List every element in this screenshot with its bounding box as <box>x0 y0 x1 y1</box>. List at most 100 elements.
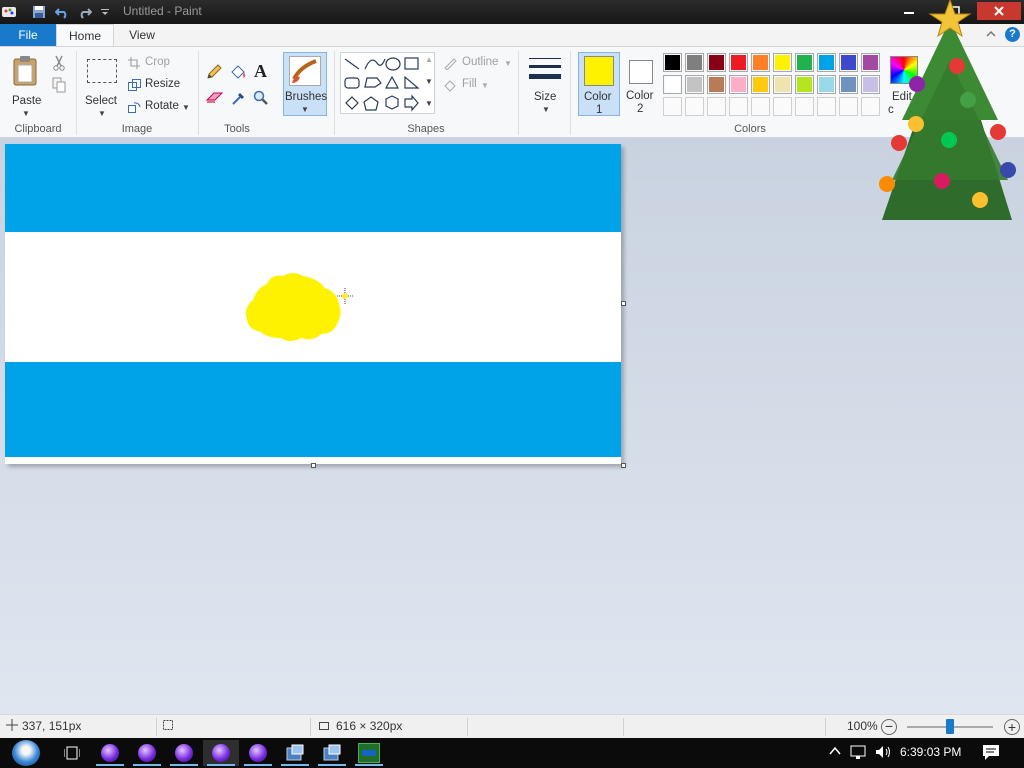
swatch-color <box>797 55 812 70</box>
palette-swatch[interactable] <box>707 75 726 94</box>
palette-swatch[interactable] <box>839 75 858 94</box>
resize-icon <box>128 79 141 91</box>
palette-swatch[interactable] <box>685 53 704 72</box>
taskbar-app-3[interactable] <box>166 740 202 766</box>
drawing-canvas[interactable] <box>5 144 621 464</box>
palette-swatch[interactable] <box>795 75 814 94</box>
palette-swatch[interactable] <box>817 75 836 94</box>
color1-button[interactable]: Color 1 <box>578 52 620 116</box>
fill-button[interactable]: Fill ▼ <box>443 77 493 95</box>
shapes-expand-icon[interactable]: ▼ <box>425 99 433 108</box>
palette-empty-swatch[interactable] <box>773 97 792 116</box>
color-palette <box>663 53 883 119</box>
zoom-slider-thumb[interactable] <box>946 719 954 734</box>
taskbar-app-6[interactable] <box>277 740 313 766</box>
palette-empty-swatch[interactable] <box>663 97 682 116</box>
outline-button[interactable]: Outline ▼ <box>443 55 515 73</box>
task-view-icon[interactable] <box>54 740 90 766</box>
fill-label: Fill <box>462 78 477 90</box>
canvas-size: 616 × 320px <box>336 719 403 733</box>
tab-file[interactable]: File <box>0 24 56 46</box>
palette-empty-swatch[interactable] <box>729 97 748 116</box>
cut-icon[interactable] <box>52 55 66 74</box>
palette-empty-swatch[interactable] <box>685 97 704 116</box>
palette-empty-swatch[interactable] <box>795 97 814 116</box>
undo-icon[interactable] <box>53 3 71 21</box>
zoom-out-button[interactable]: − <box>881 719 897 735</box>
palette-swatch[interactable] <box>751 75 770 94</box>
palette-swatch[interactable] <box>663 75 682 94</box>
redo-icon[interactable] <box>76 3 94 21</box>
palette-swatch[interactable] <box>795 53 814 72</box>
paint-app-icon[interactable] <box>0 3 18 21</box>
show-hidden-icons-icon[interactable] <box>828 745 842 760</box>
fill-bucket-icon[interactable] <box>229 64 247 83</box>
color2-button[interactable]: Color 2 <box>622 52 660 116</box>
volume-icon[interactable] <box>874 744 892 763</box>
size-button[interactable]: Size ▼ <box>525 52 565 116</box>
taskbar-app-7[interactable] <box>314 740 350 766</box>
taskbar-app-8[interactable] <box>351 740 387 766</box>
select-button[interactable]: Select ▼ <box>82 51 122 119</box>
palette-swatch[interactable] <box>839 53 858 72</box>
rotate-button[interactable]: Rotate ▼ <box>128 99 192 117</box>
resize-handle-bottom[interactable] <box>311 463 316 468</box>
running-indicator <box>318 764 346 766</box>
taskbar-app-5[interactable] <box>240 740 276 766</box>
brushes-label: Brushes <box>285 91 328 103</box>
palette-swatch[interactable] <box>817 53 836 72</box>
color2-number: 2 <box>637 103 644 115</box>
taskbar: 6:39:03 PM <box>0 738 1024 768</box>
brushes-button[interactable]: Brushes ▼ <box>283 52 327 116</box>
select-label: Select <box>85 95 117 107</box>
copy-icon[interactable] <box>52 77 66 96</box>
text-tool-icon[interactable]: A <box>254 61 267 82</box>
taskbar-app-4[interactable] <box>203 740 239 766</box>
color-picker-icon[interactable] <box>231 90 247 109</box>
palette-empty-swatch[interactable] <box>839 97 858 116</box>
shapes-scroll-down-icon[interactable]: ▼ <box>425 77 433 86</box>
swatch-color <box>819 55 834 70</box>
shapes-group-label: Shapes <box>407 123 445 135</box>
magnifier-icon[interactable] <box>253 90 269 109</box>
app-orb-icon <box>175 744 193 762</box>
palette-empty-swatch[interactable] <box>707 97 726 116</box>
tab-home[interactable]: Home <box>56 24 114 46</box>
palette-swatch[interactable] <box>685 75 704 94</box>
shapes-gallery <box>340 52 435 114</box>
customize-quick-access-icon[interactable] <box>96 3 114 21</box>
resize-handle-corner[interactable] <box>621 463 626 468</box>
palette-swatch[interactable] <box>729 75 748 94</box>
paste-button[interactable]: Paste ▼ <box>6 51 46 119</box>
start-button[interactable] <box>4 740 48 766</box>
action-center-icon[interactable] <box>982 744 1000 764</box>
save-icon[interactable] <box>30 3 48 21</box>
taskbar-app-1[interactable] <box>92 740 128 766</box>
swatch-color <box>709 55 724 70</box>
resize-handle-right[interactable] <box>621 301 626 306</box>
taskbar-clock[interactable]: 6:39:03 PM <box>900 745 961 759</box>
crop-button[interactable]: Crop <box>128 55 188 73</box>
palette-swatch[interactable] <box>773 75 792 94</box>
shapes-scroll-up-icon[interactable]: ▲ <box>425 55 433 64</box>
palette-swatch[interactable] <box>773 53 792 72</box>
palette-swatch[interactable] <box>729 53 748 72</box>
app-orb-icon <box>249 744 267 762</box>
pencil-icon[interactable] <box>206 64 222 83</box>
palette-swatch[interactable] <box>663 53 682 72</box>
palette-swatch[interactable] <box>707 53 726 72</box>
zoom-in-button[interactable]: + <box>1004 719 1020 735</box>
palette-swatch[interactable] <box>751 53 770 72</box>
taskbar-app-2[interactable] <box>129 740 165 766</box>
palette-empty-swatch[interactable] <box>817 97 836 116</box>
shapes-scroll[interactable]: ▲ ▼ ▼ <box>424 53 434 113</box>
eraser-icon[interactable] <box>205 91 224 108</box>
resize-button[interactable]: Resize <box>128 77 188 95</box>
network-icon[interactable] <box>850 744 868 763</box>
tab-view[interactable]: View <box>114 24 170 46</box>
polygon-shape-icon <box>364 77 382 88</box>
palette-empty-swatch[interactable] <box>751 97 770 116</box>
separator <box>310 718 311 736</box>
swatch-color <box>775 77 790 92</box>
cursor-position: 337, 151px <box>22 719 82 733</box>
